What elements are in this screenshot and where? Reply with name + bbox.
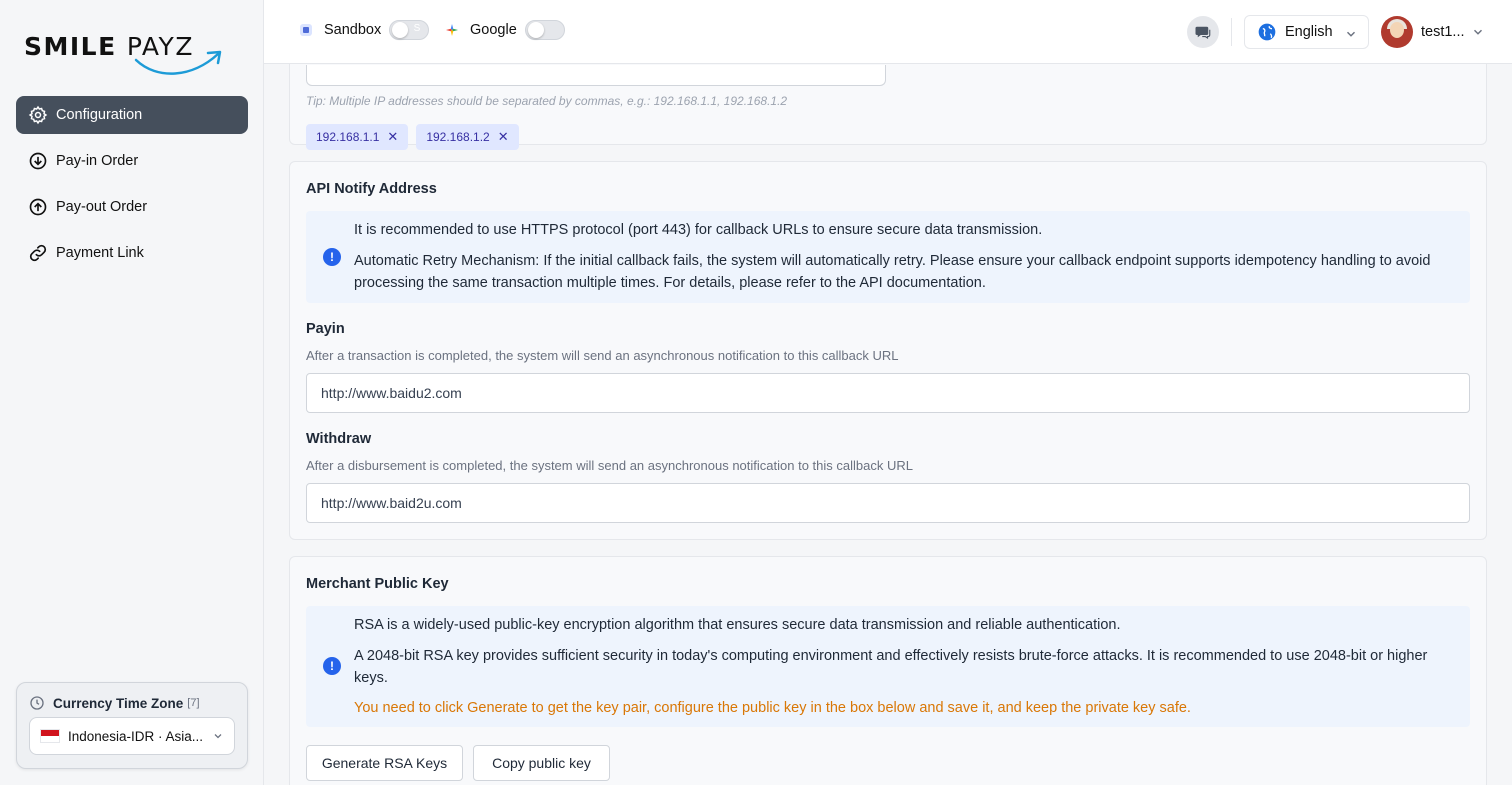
info-icon: ! [323,248,341,266]
avatar [1381,16,1413,48]
timezone-title: Currency Time Zone [7] [29,695,200,711]
sidebar-item-label: Pay-in Order [56,153,139,169]
payin-label: Payin [306,321,345,337]
withdraw-desc: After a disbursement is completed, the s… [306,458,913,473]
ip-tag-label: 192.168.1.2 [426,130,490,144]
api-notify-title: API Notify Address [306,181,437,197]
toggle-knob [392,22,409,38]
ip-tags: 192.168.1.1 ✕ 192.168.1.2 ✕ [306,124,527,150]
user-menu[interactable]: test1... [1381,16,1485,48]
payin-callback-input[interactable] [306,373,1470,413]
withdraw-label: Withdraw [306,431,372,447]
sidebar-item-label: Configuration [56,107,143,123]
ip-whitelist-card: Tip: Multiple IP addresses should be sep… [289,64,1487,150]
top-header: Sandbox S Google English test1... [264,0,1512,64]
google-icon [444,22,460,38]
sidebar-item-configuration[interactable]: Configuration [16,96,248,134]
sidebar-nav: Configuration Pay-in Order Pay-out Order… [16,96,248,280]
close-icon[interactable]: ✕ [387,129,398,145]
google-switch-group: Google [444,20,565,40]
sandbox-toggle[interactable]: S [389,20,430,40]
indonesia-flag-icon [40,729,60,743]
api-notify-card: API Notify Address ! It is recommended t… [289,161,1487,540]
arrow-down-circle-icon [28,151,48,171]
ip-tip: Tip: Multiple IP addresses should be sep… [306,94,788,108]
toggle-knob [527,22,544,38]
globe-icon [1257,22,1277,42]
merchant-public-key-card: Merchant Public Key ! RSA is a widely-us… [289,556,1487,785]
gear-icon [28,105,48,125]
sidebar-item-pay-in-order[interactable]: Pay-in Order [16,142,248,180]
language-label: English [1285,24,1333,40]
ip-input[interactable] [306,65,886,86]
chat-button[interactable] [1187,16,1219,48]
notify-info-line-1: It is recommended to use HTTPS protocol … [354,222,1043,238]
chevron-down-icon [212,730,224,745]
sandbox-label: Sandbox [324,22,382,38]
main-content: Tip: Multiple IP addresses should be sep… [264,64,1512,785]
key-warning: You need to click Generate to get the ke… [354,700,1191,716]
chat-bubble-icon [1194,23,1212,41]
sidebar: SMILE PAYZ Configuration Pay-in Order Pa… [0,0,264,785]
sidebar-item-label: Pay-out Order [56,199,148,215]
arrow-up-circle-icon [28,197,48,217]
sidebar-item-pay-out-order[interactable]: Pay-out Order [16,188,248,226]
chevron-down-icon [1471,25,1485,39]
currency-timezone-card: Currency Time Zone [7] Indonesia-IDR · A… [16,682,248,769]
key-info-line-2: A 2048-bit RSA key provides sufficient s… [354,648,1428,686]
link-icon [28,243,48,263]
close-icon[interactable]: ✕ [498,129,509,145]
notify-info-line-2: Automatic Retry Mechanism: If the initia… [354,253,1431,291]
timezone-count: [7] [187,697,200,709]
copy-public-key-button[interactable]: Copy public key [473,745,610,781]
ip-tag: 192.168.1.1 ✕ [306,124,409,150]
key-info-box: ! RSA is a widely-used public-key encryp… [306,606,1470,727]
sidebar-item-payment-link[interactable]: Payment Link [16,234,248,272]
ip-tag-label: 192.168.1.1 [316,130,380,144]
generate-rsa-keys-button[interactable]: Generate RSA Keys [306,745,463,781]
withdraw-callback-input[interactable] [306,483,1470,523]
notify-info-box: ! It is recommended to use HTTPS protoco… [306,211,1470,303]
timezone-selected-value: Indonesia-IDR · Asia... [68,728,204,744]
public-key-title: Merchant Public Key [306,576,449,592]
key-info-line-1: RSA is a widely-used public-key encrypti… [354,617,1121,633]
sandbox-switch-group: Sandbox S [298,20,430,40]
sandbox-toggle-text: S [413,23,421,34]
brand-logo[interactable]: SMILE PAYZ [24,32,222,76]
header-divider [1231,18,1232,46]
timezone-title-text: Currency Time Zone [53,695,184,711]
chevron-down-icon [1344,27,1358,45]
logo-smile: SMILE [24,32,117,61]
payin-desc: After a transaction is completed, the sy… [306,348,899,363]
clock-icon [29,695,45,711]
google-label: Google [470,22,517,38]
user-name: test1... [1421,24,1465,40]
sidebar-item-label: Payment Link [56,245,144,261]
info-icon: ! [323,657,341,675]
ip-tag: 192.168.1.2 ✕ [416,124,519,150]
sandbox-icon [298,22,314,38]
logo-swoosh-icon [134,50,222,75]
language-selector[interactable]: English [1244,15,1369,49]
google-toggle[interactable] [524,20,565,40]
timezone-select[interactable]: Indonesia-IDR · Asia... [29,717,235,755]
